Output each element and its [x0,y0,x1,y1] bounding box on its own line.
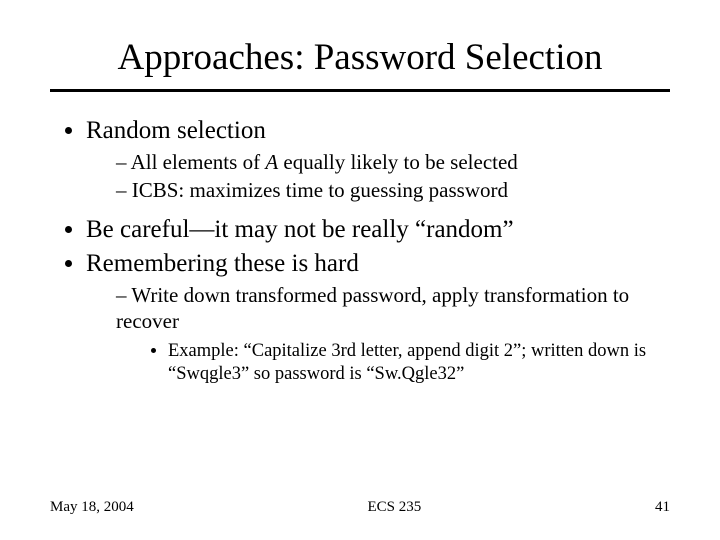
subsublist: Example: “Capitalize 3rd letter, append … [116,340,662,385]
list-item: Be careful—it may not be really “random” [86,215,662,245]
list-item: Random selection All elements of A equal… [86,116,662,203]
bullet-text: ICBS: maximizes time to guessing passwor… [132,178,508,202]
bullet-text: Be careful—it may not be really “random” [86,216,514,243]
bullet-text: Remembering these is hard [86,250,359,277]
bullet-list: Random selection All elements of A equal… [58,116,662,386]
bullet-text: Write down transformed password, apply t… [116,283,629,333]
italic-text: A [265,150,278,174]
bullet-text: Random selection [86,117,266,144]
sublist: All elements of A equally likely to be s… [86,150,662,203]
footer: May 18, 2004 ECS 235 41 [0,499,720,516]
sublist: Write down transformed password, apply t… [86,283,662,385]
list-item: All elements of A equally likely to be s… [116,150,662,176]
list-item: Example: “Capitalize 3rd letter, append … [168,340,662,385]
list-item: ICBS: maximizes time to guessing passwor… [116,178,662,204]
content: Random selection All elements of A equal… [50,116,670,386]
footer-course: ECS 235 [367,499,421,516]
footer-page: 41 [655,499,670,516]
list-item: Write down transformed password, apply t… [116,283,662,385]
bullet-text: Example: “Capitalize 3rd letter, append … [168,341,646,384]
bullet-text: All elements of [131,150,266,174]
title-divider [50,89,670,92]
page-title: Approaches: Password Selection [50,36,670,79]
list-item: Remembering these is hard Write down tra… [86,249,662,385]
footer-date: May 18, 2004 [50,499,134,516]
bullet-text: equally likely to be selected [278,150,518,174]
